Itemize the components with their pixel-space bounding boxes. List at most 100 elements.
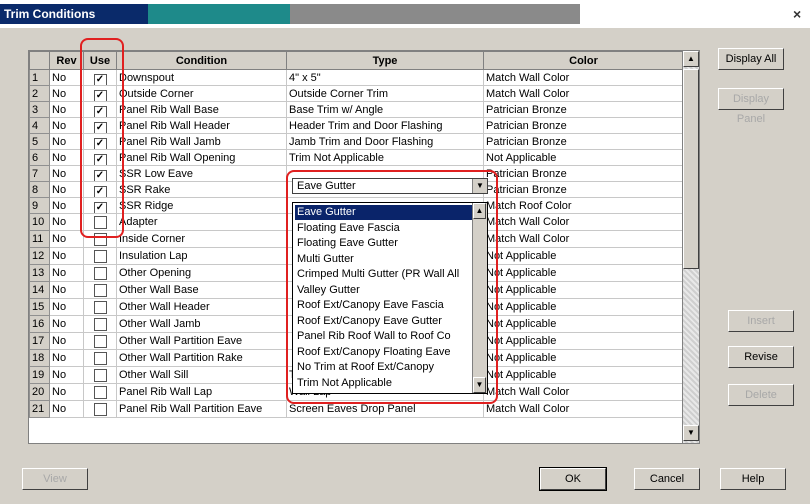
condition-cell[interactable]: Insulation Lap	[116, 247, 287, 265]
dropdown-option[interactable]: No Trim at Roof Ext/Canopy	[295, 360, 473, 375]
rev-cell[interactable]: No	[49, 213, 84, 231]
use-checkbox[interactable]	[93, 216, 107, 229]
condition-cell[interactable]: Panel Rib Wall Header	[116, 117, 287, 134]
header-rev[interactable]: Rev	[49, 51, 84, 70]
condition-cell[interactable]: SSR Low Eave	[116, 165, 287, 182]
color-cell[interactable]: Match Wall Color	[483, 85, 683, 102]
type-cell[interactable]: Trim Not Applicable	[286, 149, 484, 166]
use-checkbox-checked[interactable]: ✓	[93, 73, 107, 85]
dropdown-option[interactable]: Eave Gutter	[295, 205, 473, 220]
color-cell[interactable]: Not Applicable	[483, 281, 683, 299]
use-cell[interactable]	[83, 230, 117, 248]
use-checkbox[interactable]	[93, 369, 107, 382]
header-use[interactable]: Use	[83, 51, 117, 70]
use-cell[interactable]: ✓	[83, 165, 117, 182]
rev-cell[interactable]: No	[49, 315, 84, 333]
use-checkbox[interactable]	[93, 386, 107, 399]
scroll-thumb[interactable]	[683, 69, 699, 269]
condition-cell[interactable]: Panel Rib Wall Jamb	[116, 133, 287, 150]
use-checkbox-checked[interactable]: ✓	[93, 105, 107, 117]
table-row[interactable]: 5 No ✓ Panel Rib Wall Jamb Jamb Trim and Doo…	[29, 133, 683, 150]
use-cell[interactable]: ✓	[83, 117, 117, 134]
dropdown-option[interactable]: Roof Ext/Canopy Floating Eave	[295, 345, 473, 360]
type-dropdown-list[interactable]: Eave Gutter Floating Eave Fascia Floating …	[292, 202, 488, 394]
scroll-up-icon[interactable]: ▲	[683, 51, 699, 67]
rev-cell[interactable]: No	[49, 85, 84, 102]
color-cell[interactable]: Patrician Bronze	[483, 117, 683, 134]
use-cell[interactable]	[83, 349, 117, 367]
color-cell[interactable]: Not Applicable	[483, 332, 683, 350]
condition-cell[interactable]: Outside Corner	[116, 85, 287, 102]
display-all-button[interactable]: Display All	[718, 48, 784, 70]
table-row[interactable]: 3 No ✓ Panel Rib Wall Base Base Trim w/ Angl…	[29, 101, 683, 118]
rev-cell[interactable]: No	[49, 383, 84, 401]
color-cell[interactable]: Match Wall Color	[483, 69, 683, 86]
condition-cell[interactable]: SSR Ridge	[116, 197, 287, 214]
color-cell[interactable]: Match Roof Color	[483, 197, 683, 214]
dropdown-option[interactable]: Roof Ext/Canopy Eave Fascia	[295, 298, 473, 313]
grid-vertical-scrollbar[interactable]: ▲ ▼	[682, 50, 700, 444]
rev-cell[interactable]: No	[49, 332, 84, 350]
use-cell[interactable]: ✓	[83, 149, 117, 166]
use-cell[interactable]	[83, 366, 117, 384]
use-checkbox-checked[interactable]: ✓	[93, 201, 107, 213]
dropdown-option[interactable]: Multi Gutter	[295, 252, 473, 267]
table-row[interactable]: 6 No ✓ Panel Rib Wall Opening Trim Not Appli…	[29, 149, 683, 166]
condition-cell[interactable]: Other Wall Base	[116, 281, 287, 299]
rev-cell[interactable]: No	[49, 133, 84, 150]
color-cell[interactable]: Not Applicable	[483, 366, 683, 384]
use-checkbox[interactable]	[93, 250, 107, 263]
use-cell[interactable]	[83, 332, 117, 350]
use-cell[interactable]: ✓	[83, 197, 117, 214]
type-cell[interactable]: Screen Eaves Drop Panel	[286, 400, 484, 418]
delete-button[interactable]: Delete	[728, 384, 794, 406]
condition-cell[interactable]: Panel Rib Wall Opening	[116, 149, 287, 166]
type-combo-box[interactable]: Eave Gutter ▼	[292, 178, 488, 194]
rev-cell[interactable]: No	[49, 117, 84, 134]
rev-cell[interactable]: No	[49, 101, 84, 118]
table-row[interactable]: 2 No ✓ Outside Corner Outside Corner Trim Mat…	[29, 85, 683, 102]
rev-cell[interactable]: No	[49, 247, 84, 265]
condition-cell[interactable]: Other Opening	[116, 264, 287, 282]
header-condition[interactable]: Condition	[116, 51, 287, 70]
type-cell[interactable]: Jamb Trim and Door Flashing	[286, 133, 484, 150]
rev-cell[interactable]: No	[49, 281, 84, 299]
use-cell[interactable]	[83, 247, 117, 265]
use-checkbox[interactable]	[93, 352, 107, 365]
dropdown-option[interactable]: Floating Eave Gutter	[295, 236, 473, 251]
use-cell[interactable]: ✓	[83, 85, 117, 102]
color-cell[interactable]: Match Wall Color	[483, 383, 683, 401]
table-row[interactable]: 1 No ✓ Downspout 4" x 5" Match Wall Color	[29, 69, 683, 86]
table-row[interactable]: 21 No Panel Rib Wall Partition Eave Screen …	[29, 400, 683, 418]
rev-cell[interactable]: No	[49, 298, 84, 316]
table-row[interactable]: 4 No ✓ Panel Rib Wall Header Header Trim and…	[29, 117, 683, 134]
type-cell[interactable]: Outside Corner Trim	[286, 85, 484, 102]
use-cell[interactable]: ✓	[83, 181, 117, 198]
header-type[interactable]: Type	[286, 51, 484, 70]
rev-cell[interactable]: No	[49, 349, 84, 367]
color-cell[interactable]: Patrician Bronze	[483, 181, 683, 198]
condition-cell[interactable]: Other Wall Partition Rake	[116, 349, 287, 367]
rev-cell[interactable]: No	[49, 197, 84, 214]
condition-cell[interactable]: Panel Rib Wall Partition Eave	[116, 400, 287, 418]
rev-cell[interactable]: No	[49, 149, 84, 166]
rev-cell[interactable]: No	[49, 165, 84, 182]
type-cell[interactable]: Header Trim and Door Flashing	[286, 117, 484, 134]
use-checkbox-checked[interactable]: ✓	[93, 185, 107, 197]
combo-dropdown-arrow-icon[interactable]: ▼	[472, 179, 487, 193]
dropdown-option[interactable]: Crimped Multi Gutter (PR Wall All	[295, 267, 473, 282]
color-cell[interactable]: Not Applicable	[483, 247, 683, 265]
use-checkbox-checked[interactable]: ✓	[93, 89, 107, 101]
use-cell[interactable]: ✓	[83, 101, 117, 118]
condition-cell[interactable]: Inside Corner	[116, 230, 287, 248]
color-cell[interactable]: Match Wall Color	[483, 213, 683, 231]
view-button[interactable]: View	[22, 468, 88, 490]
use-checkbox[interactable]	[93, 301, 107, 314]
rev-cell[interactable]: No	[49, 400, 84, 418]
use-cell[interactable]: ✓	[83, 133, 117, 150]
condition-cell[interactable]: Other Wall Jamb	[116, 315, 287, 333]
color-cell[interactable]: Not Applicable	[483, 298, 683, 316]
help-button[interactable]: Help	[720, 468, 786, 490]
use-cell[interactable]	[83, 264, 117, 282]
condition-cell[interactable]: Panel Rib Wall Lap	[116, 383, 287, 401]
